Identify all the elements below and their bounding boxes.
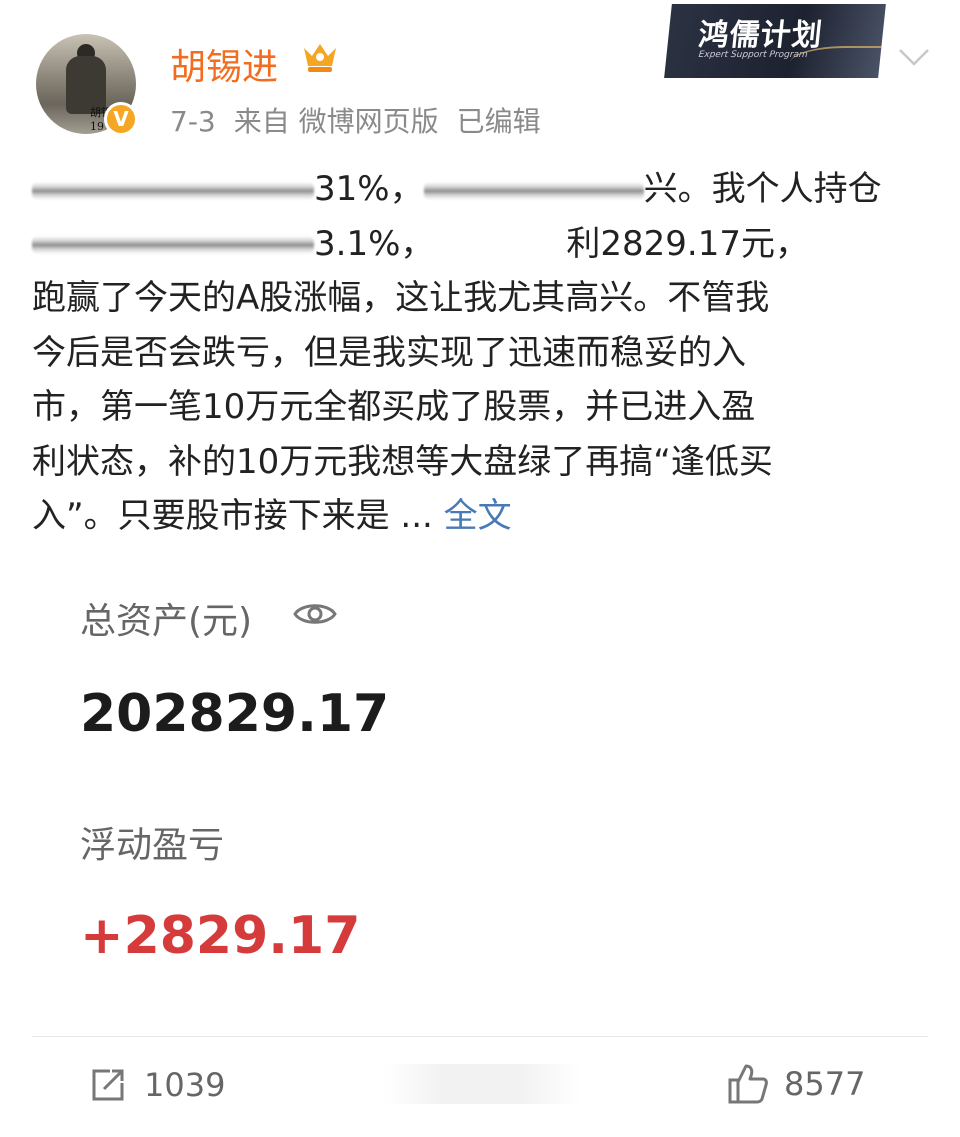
post-line: 入”。只要股市接下来是 ... 全文 [32, 489, 912, 544]
post-source[interactable]: 来自 微博网页版 [234, 105, 439, 138]
redacted-text [32, 181, 314, 200]
full-text-link[interactable]: 全文 [444, 496, 512, 536]
edited-label[interactable]: 已编辑 [457, 105, 541, 138]
post-fragment: 兴。我个人持仓 [643, 169, 882, 209]
floating-pnl-label: 浮动盈亏 [80, 825, 225, 866]
like-button[interactable]: 8577 [726, 1060, 865, 1108]
repost-icon [92, 1069, 124, 1101]
chevron-down-icon[interactable] [896, 44, 932, 68]
watermark-title: 鸿儒计划 [696, 18, 825, 53]
verified-badge-icon: V [104, 102, 138, 136]
post-fragment: 3.1%， [314, 223, 435, 264]
post-line: 市，第一笔10万元全都买成了股票，并已进入盈 [32, 387, 756, 427]
post-line: 今后是否会跌亏，但是我实现了迅速而稳妥的入 [32, 332, 746, 373]
thumbs-up-icon [728, 1064, 768, 1104]
post-fragment: 利2829.17元， [566, 223, 809, 264]
post-line: 31%， 兴。我个人持仓 [32, 162, 912, 217]
post-date: 7-3 [170, 105, 216, 138]
post-line: 利状态，补的10万元我想等大盘绿了再搞“逢低买 [32, 441, 773, 482]
post-fragment: 入”。只要股市接下来是 ... [32, 496, 433, 536]
post-text: 31%， 兴。我个人持仓 3.1%， 利2829.17元， 跑赢了今天的A股涨幅，这… [32, 162, 912, 544]
repost-count: 1039 [144, 1066, 226, 1104]
comment-area-blurred [384, 1064, 580, 1104]
redacted-text [423, 181, 644, 200]
post-fragment: 31%， [314, 169, 424, 209]
repost-button[interactable]: 1039 [88, 1062, 225, 1108]
watermark-logo: 鸿儒计划 Expert Support Program [664, 4, 886, 78]
redacted-text [32, 236, 314, 254]
member-crown-icon [304, 44, 336, 72]
post-line: 3.1%， 利2829.17元， [32, 217, 912, 272]
eye-icon [293, 604, 337, 624]
total-assets-label: 总资产(元) [80, 601, 253, 642]
post-line: 跑赢了今天的A股涨幅，这让我尤其高兴。不管我 [32, 278, 770, 318]
divider [32, 1036, 928, 1037]
post-meta: 7-3 来自 微博网页版 已编辑 [170, 100, 559, 140]
total-assets-value: 202829.17 [80, 684, 390, 744]
like-count: 8577 [784, 1065, 866, 1103]
floating-pnl-value: +2829.17 [80, 906, 361, 966]
author-name[interactable]: 胡锡进 [170, 38, 278, 90]
